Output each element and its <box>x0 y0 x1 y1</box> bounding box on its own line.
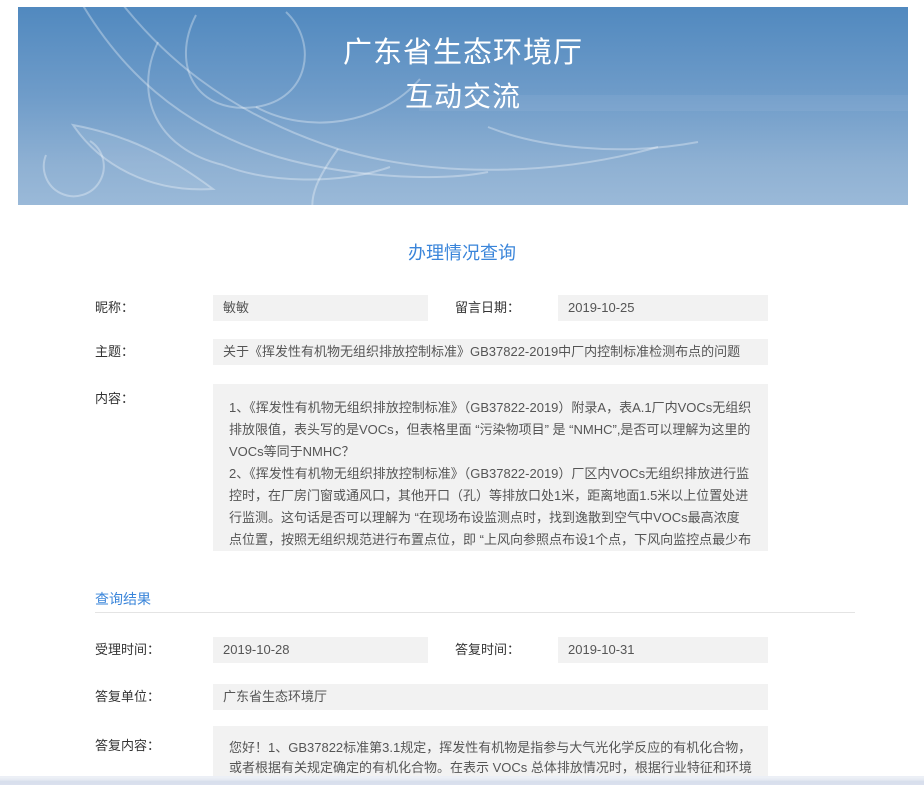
site-subtitle: 互动交流 <box>18 75 908 119</box>
accept-time-label: 受理时间： <box>95 637 160 663</box>
subject-label: 主题： <box>95 339 134 365</box>
horizontal-scrollbar[interactable] <box>0 776 924 785</box>
nickname-label: 昵称： <box>95 295 134 321</box>
message-date-label: 留言日期： <box>455 295 520 321</box>
subject-field[interactable]: 关于《挥发性有机物无组织排放控制标准》GB37822-2019中厂内控制标准检测… <box>213 339 768 365</box>
page-title: 办理情况查询 <box>0 239 924 265</box>
results-heading: 查询结果 <box>95 589 151 609</box>
page-root: 广东省生态环境厅 互动交流 办理情况查询 昵称： 敏敏 留言日期： 2019-1… <box>0 0 924 785</box>
message-date-field[interactable]: 2019-10-25 <box>558 295 768 321</box>
results-divider <box>95 612 855 613</box>
site-title: 广东省生态环境厅 <box>18 31 908 75</box>
reply-content-label: 答复内容： <box>95 737 160 755</box>
reply-time-label: 答复时间： <box>455 637 520 663</box>
content-field[interactable]: 1、《挥发性有机物无组织排放控制标准》（GB37822-2019）附录A，表A.… <box>213 384 768 551</box>
reply-time-field[interactable]: 2019-10-31 <box>558 637 768 663</box>
accept-time-field[interactable]: 2019-10-28 <box>213 637 428 663</box>
header-banner: 广东省生态环境厅 互动交流 <box>18 7 908 205</box>
content-label: 内容： <box>95 390 134 408</box>
reply-unit-label: 答复单位： <box>95 684 160 710</box>
reply-unit-field[interactable]: 广东省生态环境厅 <box>213 684 768 710</box>
nickname-field[interactable]: 敏敏 <box>213 295 428 321</box>
